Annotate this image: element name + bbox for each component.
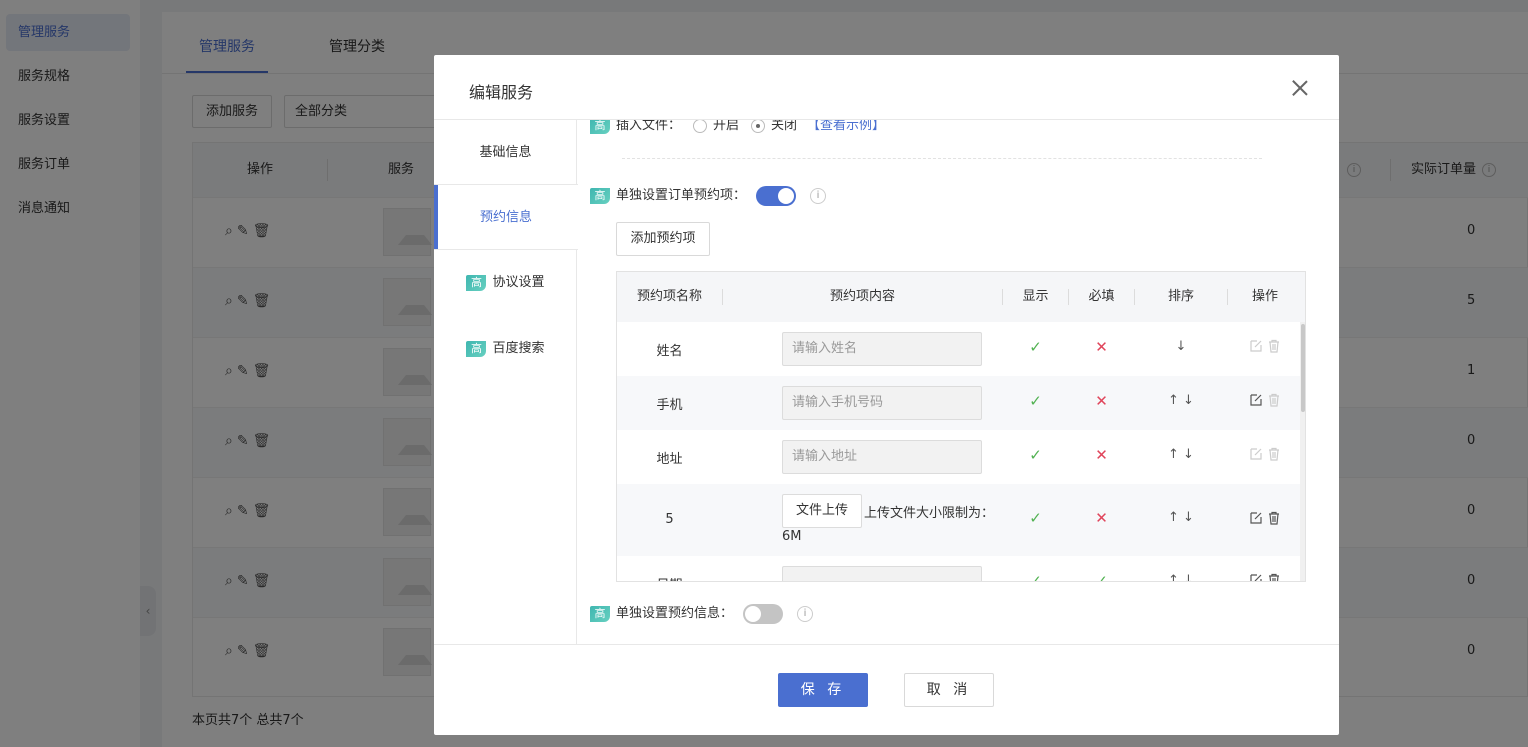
column-header-show: 显示 <box>1022 289 1049 304</box>
item-name: 地址 <box>656 452 683 467</box>
trash-icon[interactable] <box>1267 339 1281 353</box>
booking-info-toggle-row: 高单独设置预约信息： i <box>590 600 814 628</box>
booking-info-panel: 高插入文件： 开启 关闭 【查看示例】 高单独设置订单预约项： i 添加预约项 预约项名… <box>578 120 1339 644</box>
tab-booking-info[interactable]: 预约信息 <box>434 184 578 250</box>
table-row: 姓名 请输入姓名 ✓ ✕ ↓ <box>617 322 1301 376</box>
row-actions <box>1228 338 1302 353</box>
table-scrollbar-thumb[interactable] <box>1301 324 1305 412</box>
table-row: 手机 请输入手机号码 ✓ ✕ ↑ ↓ <box>617 376 1301 430</box>
insert-file-row: 高插入文件： 开启 关闭 【查看示例】 <box>590 120 885 134</box>
item-preview-input <box>782 566 982 581</box>
table-row: 日期 ✓ ✓ ↑ ↓ <box>617 556 1302 583</box>
required-cross-icon[interactable]: ✕ <box>1069 392 1134 410</box>
add-booking-item-button[interactable]: 添加预约项 <box>616 222 710 256</box>
premium-badge: 高 <box>466 274 487 291</box>
booking-info-label: 单独设置预约信息： <box>616 606 734 621</box>
insert-file-on-radio[interactable] <box>693 120 708 133</box>
sort-arrows[interactable]: ↑ ↓ <box>1135 510 1227 525</box>
edit-icon[interactable] <box>1249 447 1263 461</box>
sort-arrows[interactable]: ↓ <box>1135 339 1227 354</box>
order-items-switch[interactable] <box>756 185 797 206</box>
premium-badge: 高 <box>590 187 610 204</box>
insert-file-on-label: 开启 <box>713 120 740 133</box>
row-actions <box>1228 392 1302 407</box>
show-check-icon[interactable]: ✓ <box>1003 446 1068 464</box>
premium-badge: 高 <box>590 120 610 134</box>
tab-basic-info[interactable]: 基础信息 <box>434 120 577 186</box>
modal-tabs: 基础信息 预约信息 高协议设置 高百度搜索 <box>434 120 578 644</box>
edit-icon[interactable] <box>1249 339 1263 353</box>
required-cross-icon[interactable]: ✕ <box>1069 446 1134 464</box>
info-icon[interactable]: i <box>810 187 827 204</box>
insert-file-off-label: 关闭 <box>771 120 798 133</box>
required-check-icon[interactable]: ✓ <box>1069 572 1134 581</box>
edit-service-modal: 编辑服务 基础信息 预约信息 高协议设置 高百度搜索 高插入文件： 开启 关闭 【查看… <box>434 55 1339 735</box>
item-name: 日期 <box>617 574 722 581</box>
edit-icon[interactable] <box>1249 573 1263 583</box>
booking-items-header: 预约项名称 预约项内容 显示 必填 排序 操作 <box>617 272 1305 322</box>
insert-file-label: 插入文件： <box>616 120 682 133</box>
column-header-sort: 排序 <box>1167 289 1194 304</box>
row-actions <box>1228 572 1302 583</box>
edit-icon[interactable] <box>1249 393 1263 407</box>
premium-badge: 高 <box>466 340 487 357</box>
column-header-required: 必填 <box>1088 289 1115 304</box>
sort-arrows[interactable]: ↑ ↓ <box>1135 573 1227 581</box>
trash-icon[interactable] <box>1267 393 1281 407</box>
item-name: 5 <box>665 512 674 527</box>
show-check-icon[interactable]: ✓ <box>1003 572 1068 581</box>
view-example-link[interactable]: 【查看示例】 <box>807 120 885 133</box>
save-button[interactable]: 保 存 <box>778 673 868 707</box>
sort-arrows[interactable]: ↑ ↓ <box>1135 393 1227 408</box>
close-icon[interactable] <box>1290 78 1310 98</box>
info-icon[interactable]: i <box>797 605 814 622</box>
column-header-ops: 操作 <box>1251 289 1278 304</box>
upload-size-note: 上传文件大小限制为： <box>864 506 995 521</box>
modal-footer-divider <box>434 644 1339 645</box>
file-upload-button[interactable]: 文件上传 <box>782 494 862 528</box>
upload-size-value: 6M <box>782 529 802 544</box>
trash-icon[interactable] <box>1267 447 1281 461</box>
item-name: 手机 <box>656 398 683 413</box>
show-check-icon[interactable]: ✓ <box>1003 392 1068 410</box>
table-row: 地址 请输入地址 ✓ ✕ ↑ ↓ <box>617 430 1301 484</box>
item-preview-input: 请输入姓名 <box>782 332 982 366</box>
trash-icon[interactable] <box>1267 573 1281 583</box>
column-header-item-name: 预约项名称 <box>636 289 702 304</box>
sort-arrows[interactable]: ↑ ↓ <box>1135 447 1227 462</box>
order-items-toggle-row: 高单独设置订单预约项： i <box>590 182 827 210</box>
required-cross-icon[interactable]: ✕ <box>1069 338 1134 356</box>
column-header-item-content: 预约项内容 <box>829 289 895 304</box>
show-check-icon[interactable]: ✓ <box>1003 338 1068 356</box>
premium-badge: 高 <box>590 605 610 622</box>
tab-label: 协议设置 <box>492 275 545 290</box>
show-check-icon[interactable]: ✓ <box>1003 509 1068 527</box>
table-row: 5 文件上传 上传文件大小限制为： 6M ✓ ✕ ↑ ↓ <box>617 484 1301 556</box>
cancel-button[interactable]: 取 消 <box>904 673 994 707</box>
required-cross-icon[interactable]: ✕ <box>1069 509 1134 527</box>
row-actions <box>1228 446 1302 461</box>
tab-label: 百度搜索 <box>492 341 545 356</box>
booking-items-table: 预约项名称 预约项内容 显示 必填 排序 操作 姓名 请输入姓名 ✓ ✕ ↓ 手… <box>616 271 1306 582</box>
trash-icon[interactable] <box>1267 511 1281 525</box>
item-preview-input: 请输入手机号码 <box>782 386 982 420</box>
section-divider <box>622 158 1262 159</box>
insert-file-off-radio[interactable] <box>751 120 766 133</box>
booking-info-switch[interactable] <box>743 603 784 624</box>
modal-title: 编辑服务 <box>469 83 534 102</box>
order-items-label: 单独设置订单预约项： <box>616 188 747 203</box>
item-preview-input: 请输入地址 <box>782 440 982 474</box>
tab-agreement-settings[interactable]: 高协议设置 <box>434 250 577 316</box>
edit-icon[interactable] <box>1249 511 1263 525</box>
item-name: 姓名 <box>656 344 683 359</box>
row-actions <box>1228 510 1302 525</box>
tab-baidu-search[interactable]: 高百度搜索 <box>434 316 577 382</box>
